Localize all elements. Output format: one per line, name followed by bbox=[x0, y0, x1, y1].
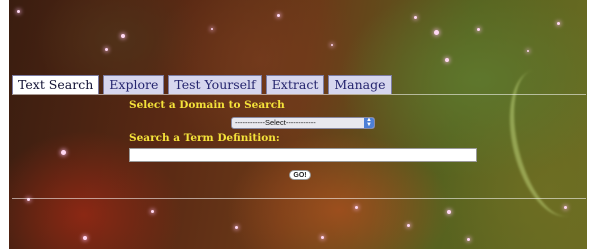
star bbox=[557, 22, 560, 25]
star bbox=[447, 210, 451, 214]
star bbox=[105, 48, 108, 51]
star bbox=[331, 44, 333, 46]
star bbox=[407, 224, 410, 227]
star bbox=[151, 210, 154, 213]
go-button[interactable]: GO! bbox=[289, 170, 311, 180]
star bbox=[83, 236, 87, 240]
star bbox=[355, 206, 358, 209]
term-search-label: Search a Term Definition: bbox=[129, 132, 280, 144]
star bbox=[414, 16, 417, 19]
star bbox=[445, 58, 449, 62]
tab-explore[interactable]: Explore bbox=[103, 75, 165, 94]
star bbox=[17, 10, 20, 13]
star bbox=[467, 238, 470, 241]
term-search-input[interactable] bbox=[129, 148, 477, 162]
tab-test-yourself[interactable]: Test Yourself bbox=[168, 75, 262, 94]
star bbox=[211, 28, 213, 30]
search-panel bbox=[12, 94, 586, 199]
tab-manage[interactable]: Manage bbox=[328, 75, 392, 94]
star bbox=[477, 28, 480, 31]
tab-bar: Text Search Explore Test Yourself Extrac… bbox=[12, 75, 392, 94]
star bbox=[235, 226, 238, 229]
star bbox=[564, 206, 567, 209]
star bbox=[277, 14, 280, 17]
domain-select-label: Select a Domain to Search bbox=[129, 99, 285, 111]
domain-select-value: ------------Select------------ bbox=[235, 118, 316, 127]
tab-extract[interactable]: Extract bbox=[265, 75, 325, 94]
star bbox=[434, 30, 439, 35]
star bbox=[121, 34, 125, 38]
domain-select[interactable]: ------------Select------------ ▲ ▼ bbox=[231, 117, 375, 129]
tab-text-search[interactable]: Text Search bbox=[12, 75, 100, 94]
star bbox=[527, 50, 529, 52]
page-frame: Text Search Explore Test Yourself Extrac… bbox=[0, 0, 593, 249]
up-down-arrows-icon: ▲ ▼ bbox=[364, 118, 374, 128]
star bbox=[321, 236, 324, 239]
